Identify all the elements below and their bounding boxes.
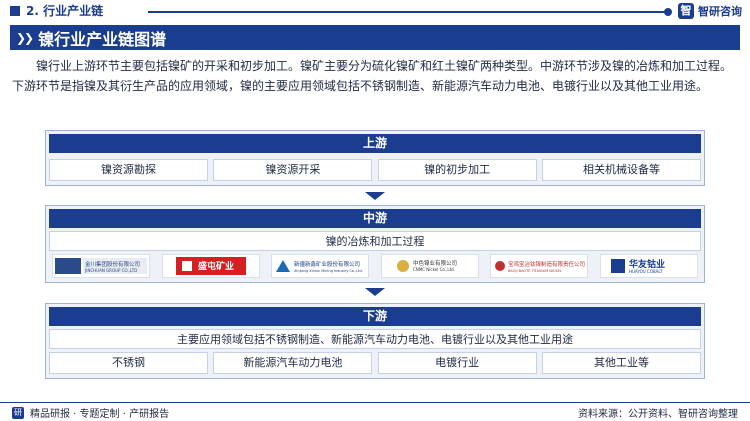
section-title: 2. 行业产业链 [26, 4, 104, 18]
svg-text:JINCHUAN GROUP CO.,LTD: JINCHUAN GROUP CO.,LTD [84, 268, 137, 273]
upstream-section: 上游 镍资源勘探 镍资源开采 镍的初步加工 相关机械设备等 [45, 130, 705, 186]
arrow-down-icon [365, 288, 385, 296]
downstream-item: 其他工业等 [541, 352, 701, 374]
svg-text:盛屯矿业: 盛屯矿业 [198, 260, 234, 272]
upstream-item: 镍资源勘探 [49, 159, 208, 181]
jinchuan-logo-icon: 金川集团股份有限公司 JINCHUAN GROUP CO.,LTD [55, 258, 147, 274]
upstream-item: 镍的初步加工 [377, 159, 537, 181]
svg-text:中色镍业有限公司: 中色镍业有限公司 [413, 259, 457, 267]
downstream-section: 下游 主要应用领域包括不锈钢制造、新能源汽车动力电池、电镀行业以及其他工业用途 … [45, 303, 705, 379]
downstream-subtitle: 主要应用领域包括不锈钢制造、新能源汽车动力电池、电镀行业以及其他工业用途 [49, 329, 701, 349]
midstream-header: 中游 [49, 209, 701, 228]
svg-text:CNMC Nickel Co.,Ltd.: CNMC Nickel Co.,Ltd. [413, 267, 455, 272]
report-icon: 研 [12, 406, 24, 419]
footer: 研 精品研报 · 专题定制 · 产研报告 资料来源：公开资料、智研咨询整理 [0, 402, 750, 421]
company-logo-huayou: 华友钴业 HUAYOU COBALT [599, 254, 698, 278]
midstream-section: 中游 镍的冶炼和加工过程 金川集团股份有限公司 JINCHUAN GROUP C… [45, 205, 705, 283]
shengtun-logo-icon: 盛屯矿业 [175, 257, 246, 275]
page-title: 镍行业产业链图谱 [38, 29, 167, 49]
company-logo-baoti: 宝鸡宝冶钛镍制造有限责任公司 BAOJI BAOTE TITANIUM NICK… [490, 254, 589, 278]
downstream-items: 不锈钢 新能源汽车动力电池 电镀行业 其他工业等 [46, 352, 704, 374]
downstream-item: 不锈钢 [49, 352, 208, 374]
midstream-subtitle: 镍的冶炼和加工过程 [49, 231, 701, 251]
top-bar: 2. 行业产业链 智 智研咨询 [0, 0, 750, 22]
divider [148, 11, 668, 13]
double-chevron-icon: ❯❯ [16, 30, 34, 45]
huayou-logo-icon: 华友钴业 HUAYOU COBALT [610, 258, 665, 274]
upstream-header: 上游 [49, 134, 701, 153]
section-tag: 2. 行业产业链 [10, 4, 103, 18]
arrow-down-icon [365, 192, 385, 200]
company-logo-xinxin: 新疆新鑫矿业股份有限公司 Xinjiang Xinxin Mining Indu… [271, 254, 370, 278]
company-logos: 金川集团股份有限公司 JINCHUAN GROUP CO.,LTD 盛屯矿业 新… [46, 254, 704, 278]
downstream-header: 下游 [49, 307, 701, 326]
svg-text:Xinjiang Xinxin Mining Industr: Xinjiang Xinxin Mining Industry Co.,Ltd. [294, 269, 363, 273]
brand: 智 智研咨询 [678, 3, 742, 19]
upstream-item: 镍资源开采 [213, 159, 373, 181]
intro-paragraph: 镍行业上游环节主要包括镍矿的开采和初步加工。镍矿主要分为硫化镍矿和红土镍矿两种类… [12, 59, 733, 93]
company-logo-jinchuan: 金川集团股份有限公司 JINCHUAN GROUP CO.,LTD [52, 254, 150, 278]
xinxin-logo-icon: 新疆新鑫矿业股份有限公司 Xinjiang Xinxin Mining Indu… [276, 260, 363, 273]
zhiyan-logo-icon: 智 [678, 3, 694, 19]
company-logo-shengtun: 盛屯矿业 [161, 254, 260, 278]
section-square-icon [10, 6, 20, 16]
footer-divider [0, 402, 750, 403]
svg-text:金川集团股份有限公司: 金川集团股份有限公司 [85, 260, 140, 268]
baoti-logo-icon: 宝鸡宝冶钛镍制造有限责任公司 BAOJI BAOTE TITANIUM NICK… [495, 260, 585, 273]
svg-text:HUAYOU COBALT: HUAYOU COBALT [629, 269, 663, 274]
divider-dot [664, 8, 672, 16]
footer-source: 资料来源：公开资料、智研咨询整理 [578, 409, 738, 420]
title-banner: ❯❯ 镍行业产业链图谱 [10, 25, 740, 50]
upstream-items: 镍资源勘探 镍资源开采 镍的初步加工 相关机械设备等 [46, 159, 704, 181]
brand-name: 智研咨询 [698, 5, 742, 18]
downstream-item: 电镀行业 [377, 352, 537, 374]
downstream-item: 新能源汽车动力电池 [213, 352, 373, 374]
svg-text:宝鸡宝冶钛镍制造有限责任公司: 宝鸡宝冶钛镍制造有限责任公司 [508, 260, 585, 268]
company-logo-cnmc-nickel: 中色镍业有限公司 CNMC Nickel Co.,Ltd. [380, 254, 479, 278]
footer-tagline-text: 精品研报 · 专题定制 · 产研报告 [30, 409, 170, 420]
svg-text:新疆新鑫矿业股份有限公司: 新疆新鑫矿业股份有限公司 [294, 260, 360, 268]
footer-tagline: 研 精品研报 · 专题定制 · 产研报告 [12, 405, 169, 420]
cnmc-logo-icon: 中色镍业有限公司 CNMC Nickel Co.,Ltd. [396, 259, 457, 272]
upstream-item: 相关机械设备等 [541, 159, 701, 181]
svg-text:BAOJI BAOTE TITANIUM NICKEL: BAOJI BAOTE TITANIUM NICKEL [508, 269, 562, 273]
